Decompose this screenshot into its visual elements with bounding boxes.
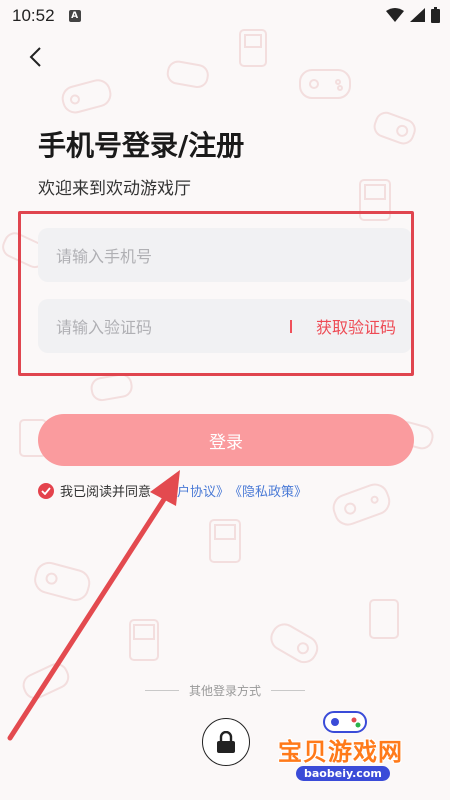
other-login-label: 其他登录方式	[188, 684, 261, 698]
form-highlight-box	[18, 211, 414, 376]
watermark: 宝贝游戏网 baobeiy.com	[270, 706, 430, 794]
page-title: 手机号登录/注册	[38, 129, 245, 162]
status-time: 10:52	[12, 6, 55, 25]
user-agreement-link[interactable]: 《用户协议》	[151, 481, 229, 500]
chevron-left-icon	[29, 47, 41, 67]
password-login-button[interactable]	[202, 718, 250, 766]
divider-line-right	[271, 690, 305, 691]
notification-a-icon: A	[68, 10, 81, 22]
background-pattern	[2, 29, 434, 700]
lock-icon	[217, 731, 235, 753]
status-bar: 10:52 A	[0, 0, 450, 32]
battery-icon	[431, 7, 440, 23]
back-button[interactable]	[22, 44, 48, 70]
privacy-policy-link[interactable]: 《隐私政策》	[229, 481, 307, 500]
other-login-divider: 其他登录方式	[0, 682, 450, 699]
divider-line-left	[144, 690, 179, 691]
page-subtitle: 欢迎来到欢动游戏厅	[38, 179, 191, 199]
agreement-row: 我已阅读并同意 《用户协议》 《隐私政策》	[38, 481, 307, 500]
watermark-url: baobeiy.com	[296, 766, 390, 781]
watermark-name: 宝贝游戏网	[278, 738, 403, 766]
check-circle-icon[interactable]	[38, 482, 54, 499]
agreement-prefix: 我已阅读并同意	[60, 485, 152, 500]
wifi-icon	[386, 8, 404, 22]
login-button[interactable]: 登录	[38, 414, 414, 466]
status-icons	[386, 7, 440, 23]
signal-icon	[410, 8, 425, 22]
